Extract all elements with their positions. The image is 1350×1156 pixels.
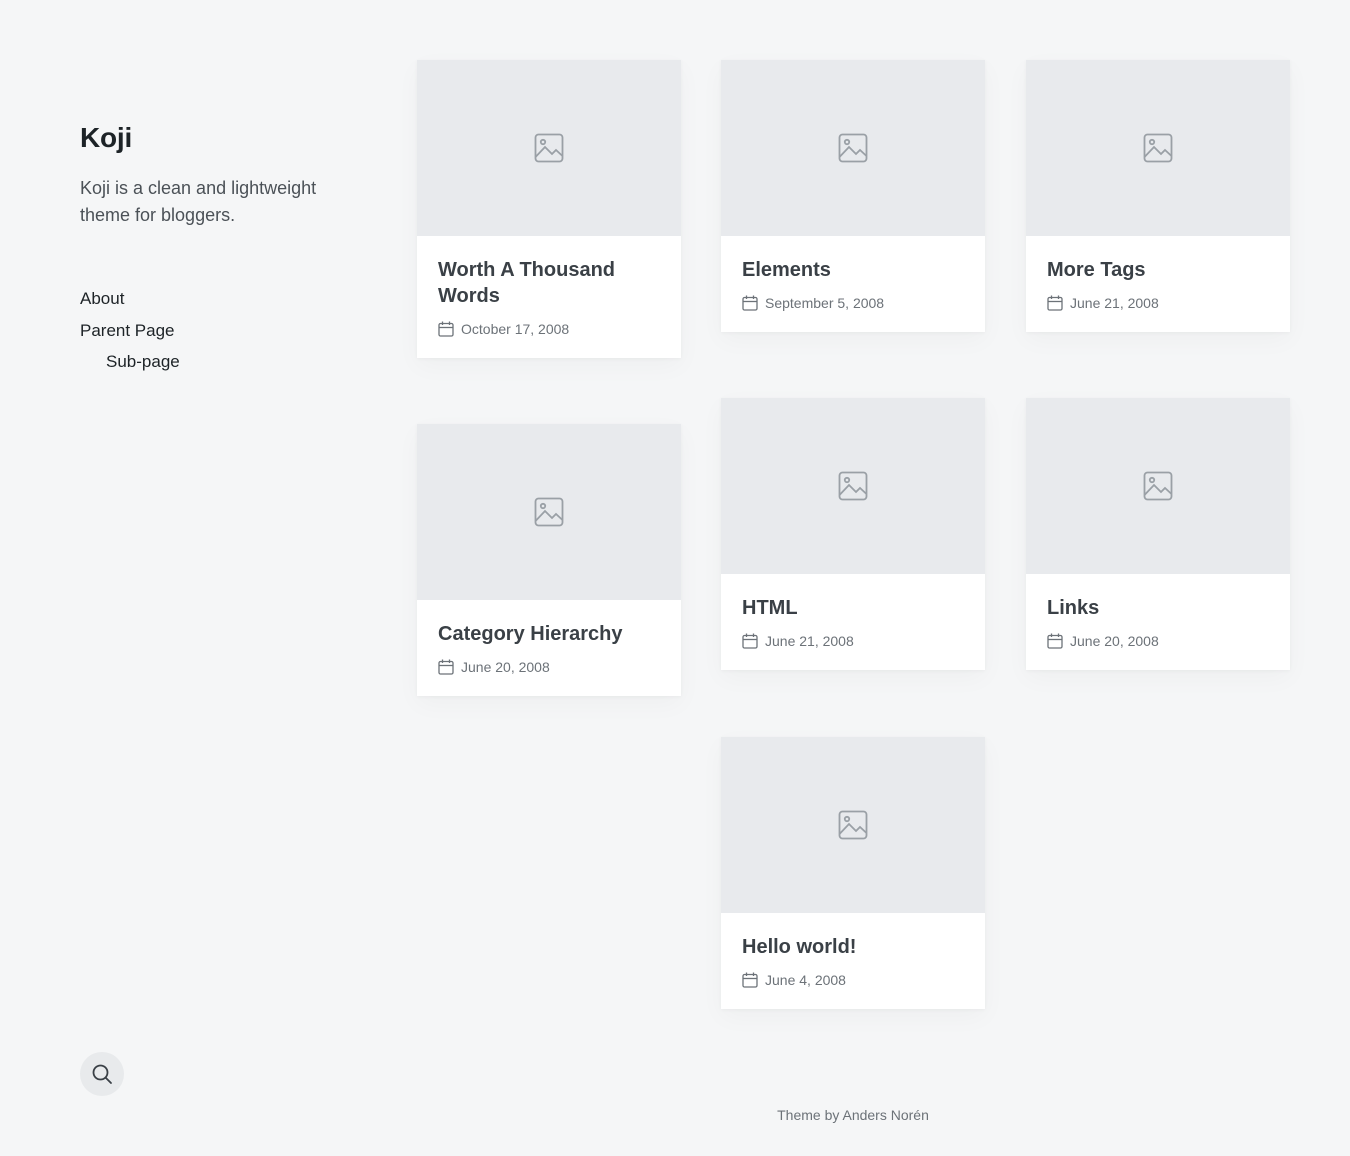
menu-item-about[interactable]: About <box>80 286 180 318</box>
post-meta: June 21, 2008 <box>1047 294 1270 312</box>
image-placeholder-icon <box>838 810 868 840</box>
post-meta: June 20, 2008 <box>1047 632 1270 650</box>
post-card[interactable]: Hello world! June 4, 2008 <box>721 737 985 1009</box>
post-title[interactable]: Category Hierarchy <box>438 621 661 647</box>
calendar-icon <box>438 659 454 675</box>
post-title[interactable]: HTML <box>742 595 965 621</box>
image-placeholder-icon <box>1143 133 1173 163</box>
calendar-icon <box>1047 633 1063 649</box>
post-card[interactable]: Links June 20, 2008 <box>1026 398 1290 670</box>
post-meta: June 21, 2008 <box>742 632 965 650</box>
post-date[interactable]: June 4, 2008 <box>765 971 846 989</box>
post-card[interactable]: Worth A Thousand Words October 17, 2008 <box>417 60 681 358</box>
calendar-icon <box>742 972 758 988</box>
image-placeholder-icon <box>534 133 564 163</box>
post-thumbnail[interactable] <box>417 424 681 600</box>
search-button[interactable] <box>80 1052 124 1096</box>
post-card[interactable]: Category Hierarchy June 20, 2008 <box>417 424 681 696</box>
post-meta: June 4, 2008 <box>742 971 965 989</box>
post-title[interactable]: Elements <box>742 257 965 283</box>
post-meta: October 17, 2008 <box>438 320 661 338</box>
post-date[interactable]: October 17, 2008 <box>461 320 569 338</box>
post-thumbnail[interactable] <box>1026 398 1290 574</box>
main-menu: About Parent Page Sub-page <box>80 286 180 381</box>
image-placeholder-icon <box>1143 471 1173 501</box>
image-placeholder-icon <box>838 133 868 163</box>
post-date[interactable]: June 21, 2008 <box>765 632 854 650</box>
menu-item-parent-page[interactable]: Parent Page <box>80 318 180 350</box>
post-date[interactable]: June 20, 2008 <box>461 658 550 676</box>
post-title[interactable]: Links <box>1047 595 1270 621</box>
post-thumbnail[interactable] <box>721 60 985 236</box>
site-title[interactable]: Koji <box>80 122 132 154</box>
post-thumbnail[interactable] <box>721 737 985 913</box>
post-title[interactable]: More Tags <box>1047 257 1270 283</box>
post-date[interactable]: June 20, 2008 <box>1070 632 1159 650</box>
page: Koji Koji is a clean and lightweight the… <box>0 0 1350 1156</box>
post-date[interactable]: June 21, 2008 <box>1070 294 1159 312</box>
site-description: Koji is a clean and lightweight theme fo… <box>80 178 317 225</box>
post-date[interactable]: September 5, 2008 <box>765 294 884 312</box>
calendar-icon <box>438 321 454 337</box>
post-title[interactable]: Hello world! <box>742 934 965 960</box>
post-title[interactable]: Worth A Thousand Words <box>438 257 661 309</box>
post-thumbnail[interactable] <box>721 398 985 574</box>
post-card[interactable]: Elements September 5, 2008 <box>721 60 985 332</box>
post-meta: June 20, 2008 <box>438 658 661 676</box>
calendar-icon <box>742 633 758 649</box>
post-card[interactable]: More Tags June 21, 2008 <box>1026 60 1290 332</box>
post-thumbnail[interactable] <box>1026 60 1290 236</box>
search-icon <box>92 1064 112 1084</box>
footer-credit[interactable]: Theme by Anders Norén <box>720 1107 986 1123</box>
sidebar: Koji Koji is a clean and lightweight the… <box>80 0 360 1156</box>
post-card[interactable]: HTML June 21, 2008 <box>721 398 985 670</box>
calendar-icon <box>742 295 758 311</box>
calendar-icon <box>1047 295 1063 311</box>
post-thumbnail[interactable] <box>417 60 681 236</box>
image-placeholder-icon <box>534 497 564 527</box>
post-meta: September 5, 2008 <box>742 294 965 312</box>
image-placeholder-icon <box>838 471 868 501</box>
menu-item-sub-page[interactable]: Sub-page <box>80 349 180 381</box>
